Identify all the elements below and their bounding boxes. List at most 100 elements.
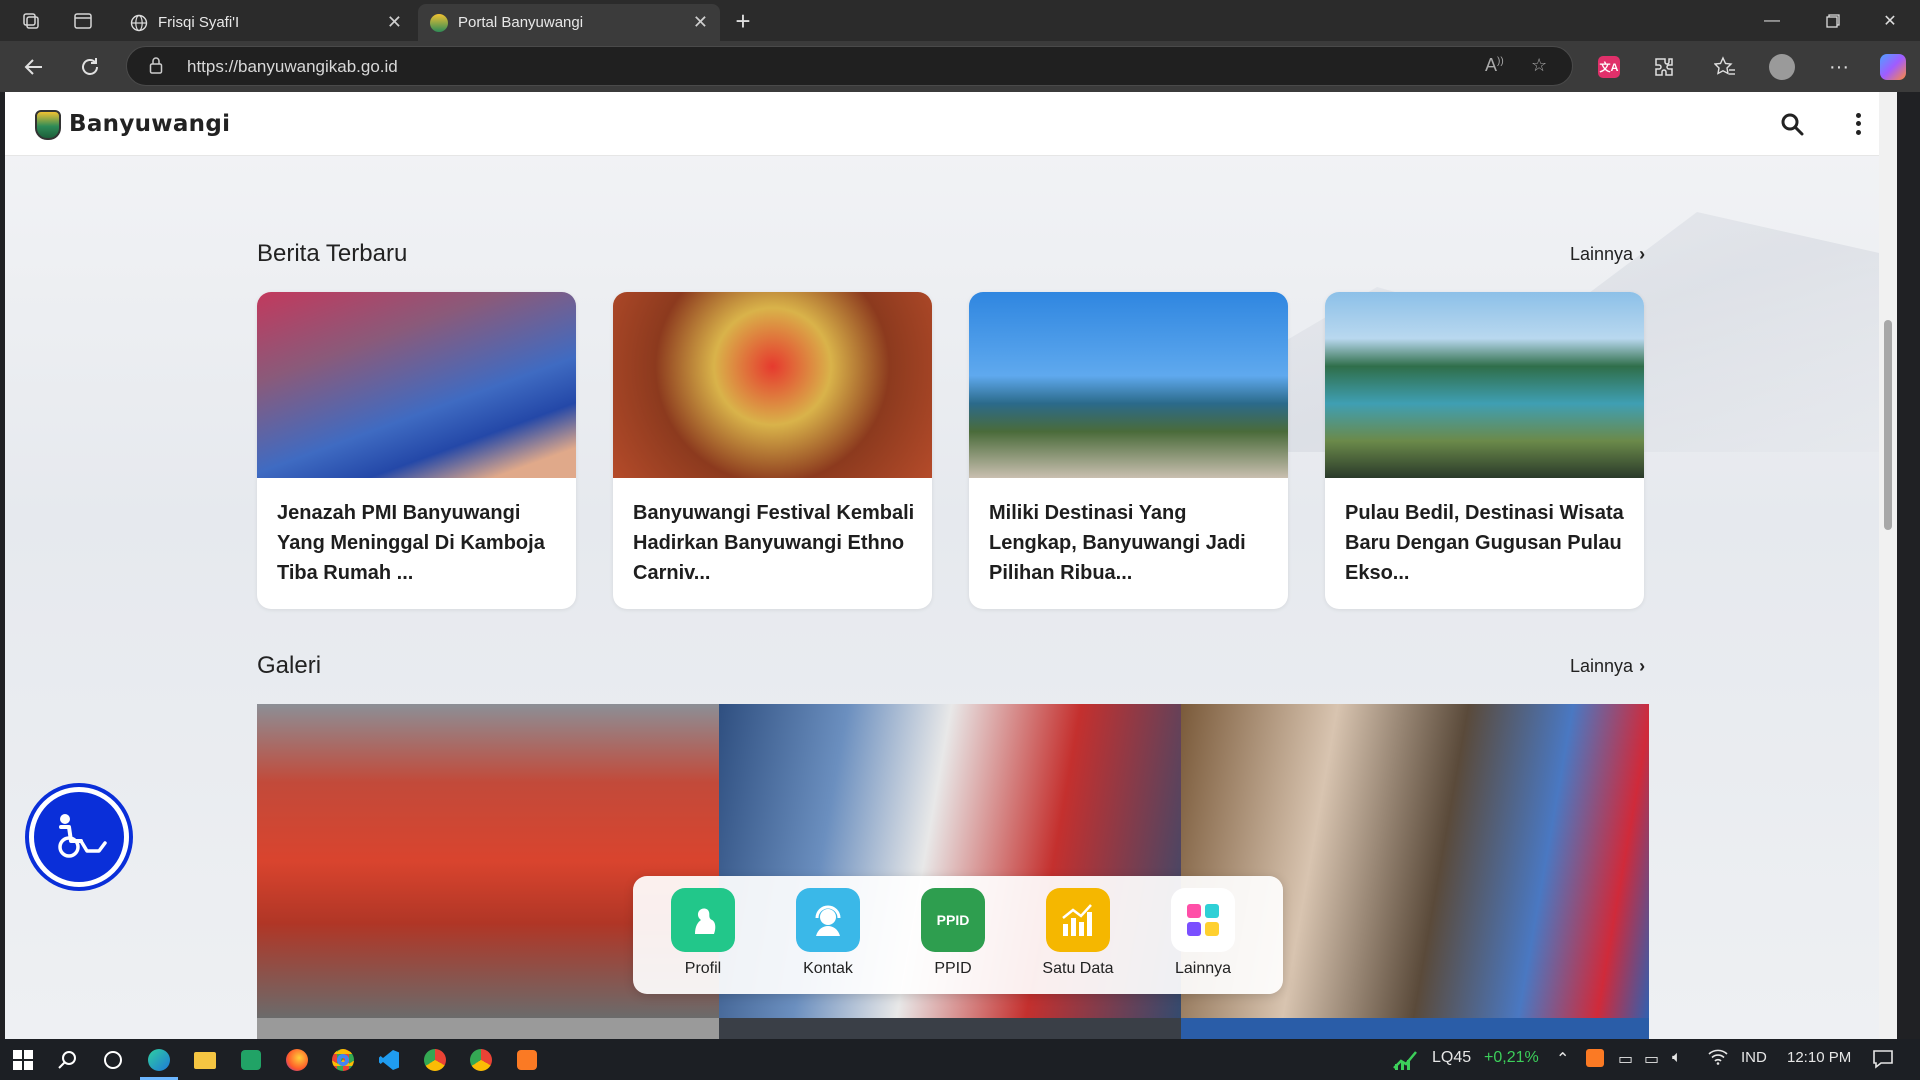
lock-icon[interactable] — [149, 56, 163, 78]
browser-toolbar: https://banyuwangikab.go.id A)) ☆ 文A ··· — [0, 41, 1920, 92]
contact-headset-icon — [796, 888, 860, 952]
chevron-up-icon[interactable]: ⌃ — [1556, 1049, 1569, 1069]
chevron-right-icon: › — [1639, 244, 1646, 264]
meet-icon[interactable]: ▭ — [1618, 1049, 1633, 1069]
workspaces-icon[interactable] — [20, 10, 42, 32]
clock-time[interactable]: 12:10 PM — [1787, 1049, 1851, 1066]
scrollbar-thumb[interactable] — [1884, 320, 1892, 530]
chart-icon — [1046, 888, 1110, 952]
news-card[interactable]: Banyuwangi Festival Kembali Hadirkan Ban… — [613, 292, 932, 609]
reload-icon[interactable] — [76, 53, 104, 81]
address-bar[interactable]: https://banyuwangikab.go.id A)) ☆ — [126, 46, 1573, 86]
close-window-button[interactable]: ✕ — [1862, 0, 1918, 41]
news-section-title: Berita Terbaru — [257, 240, 408, 267]
minimize-button[interactable]: — — [1744, 0, 1800, 41]
banyuwangi-logo[interactable] — [35, 110, 61, 140]
more-link-label: Lainnya — [1570, 244, 1634, 264]
news-title[interactable]: Miliki Destinasi Yang Lengkap, Banyuwang… — [989, 498, 1274, 588]
banyuwangi-favicon-icon — [430, 13, 448, 32]
extensions-icon[interactable] — [1650, 53, 1678, 81]
task-view-icon[interactable] — [100, 1047, 126, 1073]
news-more-link[interactable]: Lainnya › — [1570, 244, 1645, 265]
copilot-icon[interactable] — [1879, 53, 1907, 81]
quick-item-label: PPID — [934, 960, 972, 977]
quick-item-label: Profil — [684, 960, 722, 977]
accessibility-icon — [58, 814, 107, 858]
site-header: Banyuwangi — [5, 92, 1879, 156]
edge-icon[interactable] — [146, 1047, 172, 1073]
read-aloud-icon[interactable]: A)) — [1485, 55, 1504, 76]
tab-title: Portal Banyuwangi — [458, 14, 584, 31]
new-tab-button[interactable]: + — [728, 6, 758, 36]
chrome-icon[interactable] — [468, 1047, 494, 1073]
input-language[interactable]: IND — [1741, 1049, 1767, 1066]
site-brand[interactable]: Banyuwangi — [69, 111, 230, 137]
more-link-label: Lainnya — [1570, 656, 1634, 676]
chevron-right-icon: › — [1639, 656, 1646, 676]
news-title[interactable]: Pulau Bedil, Destinasi Wisata Baru Denga… — [1345, 498, 1630, 588]
news-thumbnail — [969, 292, 1288, 478]
stock-chart-icon[interactable] — [1392, 1047, 1418, 1073]
more-options-icon[interactable]: ··· — [1825, 53, 1853, 81]
url-text[interactable]: https://banyuwangikab.go.id — [187, 57, 398, 77]
volume-icon[interactable]: 🔈︎ — [1672, 1049, 1682, 1067]
quick-item-lainnya[interactable]: Lainnya — [1148, 888, 1258, 978]
quick-item-label: Satu Data — [1042, 960, 1114, 977]
apps-grid-icon — [1171, 888, 1235, 952]
spreadsheet-app-icon[interactable] — [238, 1047, 264, 1073]
news-thumbnail — [613, 292, 932, 478]
news-card[interactable]: Jenazah PMI Banyuwangi Yang Meninggal Di… — [257, 292, 576, 609]
globe-icon — [130, 14, 148, 32]
tab-close-icon[interactable]: ✕ — [693, 12, 708, 33]
quick-access-bar: Profil Kontak PPID PPID Satu Data Lainny… — [633, 876, 1283, 994]
quick-item-label: Kontak — [803, 960, 853, 977]
file-explorer-icon[interactable] — [192, 1047, 218, 1073]
chrome-icon[interactable] — [422, 1047, 448, 1073]
favorites-icon[interactable] — [1711, 53, 1739, 81]
news-title[interactable]: Jenazah PMI Banyuwangi Yang Meninggal Di… — [277, 498, 562, 588]
tab-portal-banyuwangi[interactable]: Portal Banyuwangi ✕ — [418, 4, 720, 41]
tab-frisqi[interactable]: Frisqi Syafi'I ✕ — [118, 4, 414, 41]
accessibility-button[interactable] — [29, 787, 129, 887]
news-card[interactable]: Miliki Destinasi Yang Lengkap, Banyuwang… — [969, 292, 1288, 609]
search-icon[interactable] — [1779, 111, 1805, 137]
kebab-menu-icon[interactable] — [1851, 111, 1865, 137]
back-icon[interactable] — [20, 53, 48, 81]
notification-icon[interactable] — [1872, 1049, 1894, 1074]
translate-extension-icon[interactable]: 文A — [1595, 53, 1623, 81]
firefox-icon[interactable] — [284, 1047, 310, 1073]
windows-taskbar: LQ45 +0,21% ⌃ ▭ ▭ 🔈︎ IND 12:10 PM — [0, 1039, 1920, 1080]
tab-actions-icon[interactable] — [72, 10, 94, 32]
news-thumbnail — [1325, 292, 1644, 478]
chrome-icon[interactable] — [330, 1047, 356, 1073]
restore-button[interactable] — [1805, 0, 1861, 41]
windows-start-icon[interactable] — [10, 1047, 36, 1073]
news-thumbnail — [257, 292, 576, 478]
tab-close-icon[interactable]: ✕ — [387, 12, 402, 33]
gallery-section-title: Galeri — [257, 652, 322, 679]
quick-item-label: Lainnya — [1174, 960, 1232, 977]
stock-change[interactable]: +0,21% — [1484, 1049, 1539, 1067]
quick-item-satu-data[interactable]: Satu Data — [1023, 888, 1133, 978]
profile-icon — [671, 888, 735, 952]
quick-item-ppid[interactable]: PPID PPID — [898, 888, 1008, 978]
tab-title: Frisqi Syafi'I — [158, 14, 240, 31]
battery-icon[interactable]: ▭ — [1644, 1049, 1659, 1069]
xampp-tray-icon[interactable] — [1586, 1049, 1604, 1067]
gallery-image[interactable] — [1181, 1018, 1649, 1039]
gallery-more-link[interactable]: Lainnya › — [1570, 656, 1645, 677]
search-icon[interactable] — [55, 1047, 81, 1073]
gallery-image[interactable] — [719, 1018, 1181, 1039]
news-title[interactable]: Banyuwangi Festival Kembali Hadirkan Ban… — [633, 498, 918, 588]
quick-item-profil[interactable]: Profil — [648, 888, 758, 978]
stock-name[interactable]: LQ45 — [1432, 1049, 1471, 1067]
profile-avatar[interactable] — [1768, 53, 1796, 81]
xampp-icon[interactable] — [514, 1047, 540, 1073]
page-scrollbar[interactable] — [1879, 92, 1897, 1039]
vscode-icon[interactable] — [376, 1047, 402, 1073]
news-card[interactable]: Pulau Bedil, Destinasi Wisata Baru Denga… — [1325, 292, 1644, 609]
wifi-icon[interactable] — [1708, 1049, 1728, 1070]
favorite-star-icon[interactable]: ☆ — [1531, 55, 1547, 76]
quick-item-kontak[interactable]: Kontak — [773, 888, 883, 978]
gallery-image[interactable] — [257, 1018, 719, 1039]
